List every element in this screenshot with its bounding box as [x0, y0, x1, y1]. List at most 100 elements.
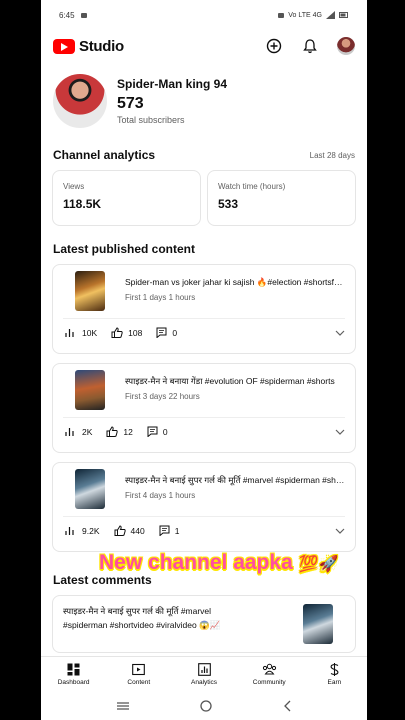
channel-name: Spider-Man king 94 [117, 77, 228, 91]
stat-label: Views [63, 182, 85, 191]
nav-content[interactable]: Content [106, 657, 171, 692]
latest-comments-title: Latest comments [53, 573, 152, 587]
signal-icon [326, 11, 335, 19]
bar-chart-icon [65, 328, 74, 337]
analytics-title: Channel analytics [53, 148, 156, 162]
comment-video-thumbnail[interactable] [303, 604, 333, 644]
comment-icon [156, 327, 167, 338]
thumbs-up-icon [106, 426, 119, 437]
nav-dashboard[interactable]: Dashboard [41, 657, 106, 692]
channel-avatar[interactable] [53, 74, 107, 128]
comment-line: स्पाइडर-मैन ने बनाई सुपर गर्ल की मूर्ति … [63, 606, 212, 616]
stat-value: 533 [218, 197, 239, 211]
nav-analytics[interactable]: Analytics [171, 657, 236, 692]
subscriber-label: Total subscribers [117, 115, 185, 125]
status-bar: 6:45 Vo LTE 4G [41, 0, 367, 30]
app-title: Studio [79, 37, 124, 55]
video-title: स्पाइडर-मैन ने बनाया गेंडा #evolution OF… [125, 376, 335, 386]
content-icon [132, 663, 146, 676]
analytics-cards: Views 118.5K Watch time (hours) 533 [41, 170, 367, 226]
video-title: Spider-man vs joker jahar ki sajish 🔥#el… [125, 277, 345, 287]
views-metric: 9.2K [65, 526, 100, 536]
notifications-button[interactable] [301, 37, 319, 55]
analytics-header: Channel analytics Last 28 days [41, 138, 367, 170]
network-text: Vo LTE 4G [288, 11, 322, 19]
create-button[interactable] [265, 37, 283, 55]
comment-card[interactable]: स्पाइडर-मैन ने बनाई सुपर गर्ल की मूर्ति … [52, 595, 356, 653]
thumbs-up-icon [111, 327, 123, 338]
nav-community[interactable]: Community [237, 657, 302, 692]
content-card[interactable]: Spider-man vs joker jahar ki sajish 🔥#el… [52, 264, 356, 354]
video-subtitle: First 4 days 1 hours [125, 491, 196, 500]
subscriber-count: 573 [117, 95, 144, 112]
divider [63, 318, 345, 319]
video-thumbnail[interactable] [75, 370, 105, 410]
overlay-caption: New channel aapka 💯🚀 [99, 551, 338, 575]
comments-metric: 1 [159, 525, 180, 536]
comments-value: 1 [174, 525, 180, 536]
video-title: स्पाइडर-मैन ने बनाई सुपर गर्ल की मूर्ति … [125, 475, 345, 485]
content-card[interactable]: स्पाइडर-मैन ने बनाया गेंडा #evolution OF… [52, 363, 356, 453]
chevron-down-icon[interactable] [335, 330, 345, 336]
comments-value: 0 [172, 327, 178, 338]
video-thumbnail[interactable] [75, 271, 105, 311]
battery-icon [339, 12, 348, 18]
overlay-text: New channel aapka [99, 551, 293, 574]
nav-label: Community [252, 679, 286, 686]
views-value: 2K [82, 426, 93, 437]
studio-logo[interactable]: Studio [53, 38, 124, 55]
bar-chart-icon [65, 526, 74, 535]
stat-value: 118.5K [63, 197, 102, 211]
views-metric: 10K [65, 328, 97, 338]
chevron-down-icon[interactable] [335, 528, 345, 534]
nav-label: Content [127, 679, 151, 686]
dashboard-icon [67, 663, 80, 676]
chevron-down-icon[interactable] [335, 429, 345, 435]
video-subtitle: First 1 days 1 hours [125, 293, 196, 302]
views-card[interactable]: Views 118.5K [52, 170, 201, 226]
comments-value: 0 [162, 426, 168, 437]
community-icon [262, 663, 276, 675]
latest-content-header: Latest published content [41, 226, 367, 264]
views-value: 9.2K [82, 525, 100, 536]
earn-icon [330, 663, 339, 676]
plus-circle-icon [266, 38, 282, 54]
divider [63, 417, 345, 418]
latest-content-title: Latest published content [53, 242, 196, 256]
content-card[interactable]: स्पाइडर-मैन ने बनाई सुपर गर्ल की मूर्ति … [52, 462, 356, 552]
likes-value: 440 [130, 525, 145, 536]
nav-label: Dashboard [57, 679, 90, 686]
comments-metric: 0 [156, 327, 177, 338]
comments-metric: 0 [147, 426, 168, 437]
analytics-icon [197, 663, 211, 676]
back-icon[interactable] [283, 700, 291, 712]
comment-icon [147, 426, 158, 437]
analytics-period: Last 28 days [309, 150, 355, 160]
likes-metric: 108 [111, 327, 142, 338]
comment-line: #spiderman #shortvideo #viralvideo 😱📈 [63, 620, 221, 630]
watch-time-card[interactable]: Watch time (hours) 533 [207, 170, 356, 226]
likes-metric: 12 [106, 426, 133, 437]
nav-label: Earn [327, 679, 342, 686]
video-subtitle: First 3 days 22 hours [125, 392, 200, 401]
youtube-logo-icon [53, 38, 75, 54]
status-time: 6:45 [59, 10, 75, 20]
nav-label: Analytics [191, 679, 218, 686]
likes-value: 12 [123, 426, 133, 437]
system-navigation [41, 692, 367, 720]
comment-icon [159, 525, 170, 536]
bell-icon [303, 39, 317, 54]
bar-chart-icon [65, 427, 74, 436]
recent-apps-icon[interactable] [116, 701, 129, 711]
thumbs-up-icon [114, 525, 126, 536]
studio-app: 6:45 Vo LTE 4G Studio Spider-Man king 94… [41, 0, 367, 720]
home-icon[interactable] [200, 700, 212, 712]
app-bar: Studio [41, 30, 367, 62]
account-avatar[interactable] [337, 37, 355, 55]
nav-earn[interactable]: Earn [302, 657, 367, 692]
views-value: 10K [82, 327, 98, 338]
video-thumbnail[interactable] [75, 469, 105, 509]
stat-label: Watch time (hours) [218, 182, 286, 191]
bottom-navigation: Dashboard Content Analytics Community Ea… [41, 656, 367, 692]
notification-icon [80, 12, 87, 18]
